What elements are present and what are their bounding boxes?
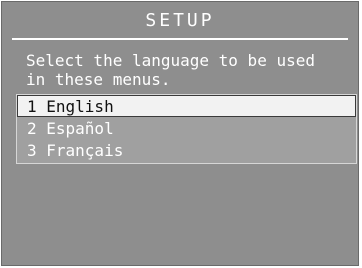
screen-title: SETUP [145,10,215,31]
prompt-line-1: Select the language to be used [26,51,315,70]
prompt-line-2: in these menus. [26,70,171,89]
language-list: 1 English 2 Español 3 Français [16,94,357,164]
language-option-english[interactable]: 1 English [17,95,356,117]
language-prompt: Select the language to be used in these … [26,51,315,89]
setup-screen: SETUP Select the language to be used in … [1,1,359,266]
language-option-francais[interactable]: 3 Français [17,140,356,162]
title-divider [12,38,348,40]
language-option-espanol[interactable]: 2 Español [17,118,356,140]
